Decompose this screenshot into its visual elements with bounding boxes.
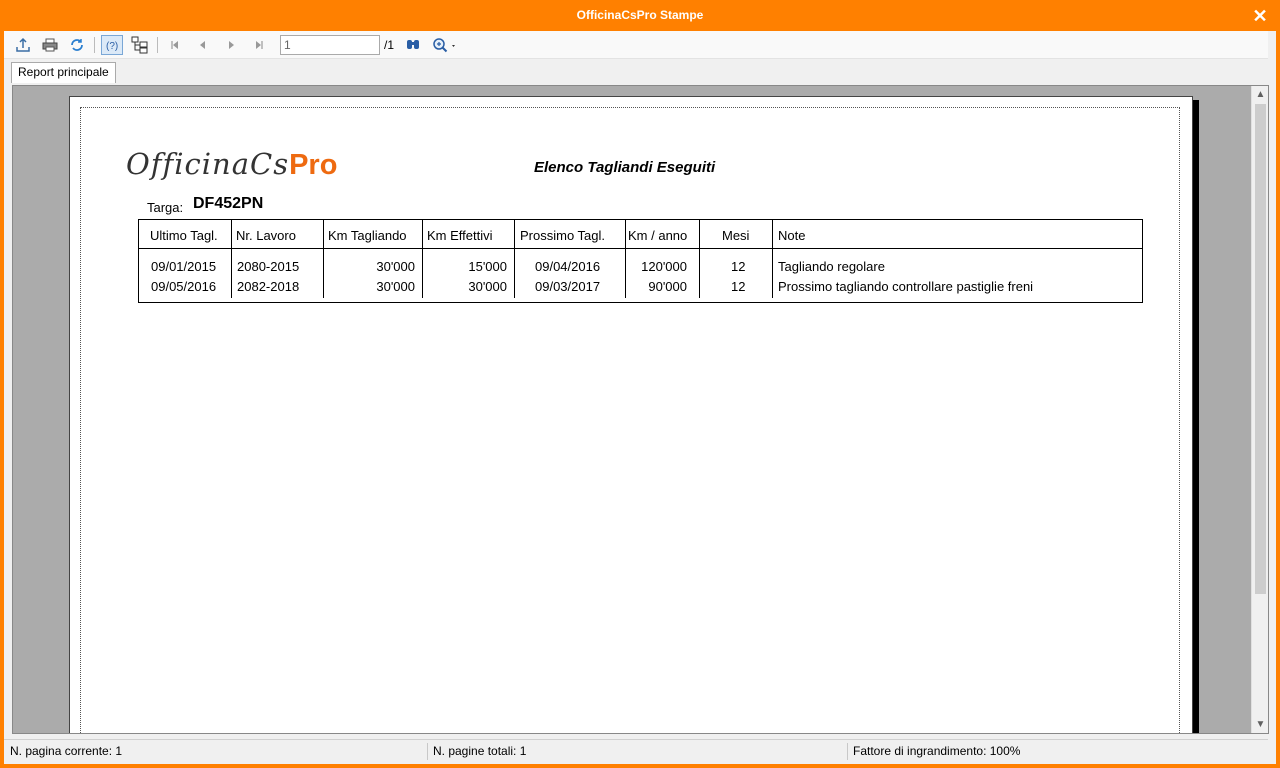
last-page-icon[interactable] [248, 35, 270, 55]
column-divider [323, 220, 324, 298]
table-cell: 2082-2018 [237, 279, 300, 294]
column-divider [231, 220, 232, 298]
tab-report-principale[interactable]: Report principale [11, 62, 116, 83]
targa-label: Targa: [147, 200, 184, 215]
status-bar: N. pagina corrente: 1 N. pagine totali: … [4, 739, 1268, 761]
find-icon[interactable] [402, 35, 424, 55]
refresh-icon[interactable] [66, 35, 88, 55]
report-viewer: OfficinaCsPro Elenco Tagliandi Eseguiti … [12, 85, 1269, 734]
tab-strip: Report principale [4, 59, 1268, 83]
toolbar-separator [157, 37, 158, 53]
table-cell: 15'000 [468, 259, 507, 274]
table-cell: 30'000 [376, 279, 415, 294]
scroll-up-icon[interactable]: ▲ [1252, 86, 1268, 103]
column-header: Note [778, 228, 806, 243]
window-title: OfficinaCsPro Stampe [576, 8, 704, 22]
status-zoom: Fattore di ingrandimento: 100% [853, 744, 1021, 758]
column-divider [625, 220, 626, 298]
next-page-icon[interactable] [220, 35, 242, 55]
table-cell: 09/05/2016 [151, 279, 217, 294]
column-header: Ultimo Tagl. [150, 228, 218, 243]
toolbar-separator [94, 37, 95, 53]
column-header: Km Effettivi [427, 228, 493, 243]
officinacspro-logo: OfficinaCsPro [126, 147, 337, 182]
help-icon[interactable]: (?) [101, 35, 123, 55]
table-cell: 12 [731, 259, 746, 274]
column-header: Mesi [722, 228, 750, 243]
svg-text:(?): (?) [106, 41, 118, 52]
export-icon[interactable] [12, 35, 34, 55]
table-cell: 09/03/2017 [535, 279, 601, 294]
table-cell: 90'000 [648, 279, 687, 294]
status-current-page: N. pagina corrente: 1 [6, 743, 428, 760]
table-cell: 09/01/2015 [151, 259, 217, 274]
page-total-label: /1 [384, 38, 395, 52]
table-cell: 2080-2015 [237, 259, 300, 274]
client-area: (?) /1 [4, 31, 1276, 764]
report-page: OfficinaCsPro Elenco Tagliandi Eseguiti … [69, 96, 1193, 733]
targa-value: DF452PN [193, 195, 264, 212]
toolbar: (?) /1 [4, 31, 1268, 59]
column-divider [422, 220, 423, 298]
print-icon[interactable] [39, 35, 61, 55]
table-cell: 12 [731, 279, 746, 294]
title-bar: OfficinaCsPro Stampe ✕ [0, 0, 1280, 31]
table-cell: Prossimo tagliando controllare pastiglie… [778, 279, 1034, 294]
scroll-down-icon[interactable]: ▼ [1252, 716, 1268, 733]
table-cell: 30'000 [376, 259, 415, 274]
table-cell: 120'000 [641, 259, 687, 274]
table-cell: Tagliando regolare [778, 259, 885, 274]
tree-icon[interactable] [129, 35, 151, 55]
tagliandi-table: Ultimo Tagl. Nr. Lavoro Km Tagliando Km … [138, 219, 1143, 303]
logo-text-part1: OfficinaCs [126, 147, 290, 181]
app-window: OfficinaCsPro Stampe ✕ (?) 1 /1 Report p… [0, 0, 1280, 768]
prev-page-icon[interactable] [192, 35, 214, 55]
column-divider [699, 220, 700, 298]
column-header: Km / anno [628, 228, 688, 243]
page-number-input[interactable] [280, 35, 380, 55]
zoom-icon[interactable] [430, 35, 460, 55]
vertical-scrollbar[interactable]: ▲ ▼ [1251, 86, 1268, 733]
scroll-thumb[interactable] [1255, 104, 1266, 594]
first-page-icon[interactable] [164, 35, 186, 55]
table-cell: 30'000 [468, 279, 507, 294]
close-icon[interactable]: ✕ [1250, 6, 1270, 26]
table-cell: 09/04/2016 [535, 259, 601, 274]
logo-text-part2: Pro [289, 149, 338, 181]
column-divider [772, 220, 773, 298]
status-total-pages: N. pagine totali: 1 [429, 743, 848, 760]
column-header: Nr. Lavoro [236, 228, 296, 243]
column-header: Prossimo Tagl. [520, 228, 606, 243]
column-divider [514, 220, 515, 298]
report-title: Elenco Tagliandi Eseguiti [534, 159, 716, 176]
column-header: Km Tagliando [328, 228, 407, 243]
